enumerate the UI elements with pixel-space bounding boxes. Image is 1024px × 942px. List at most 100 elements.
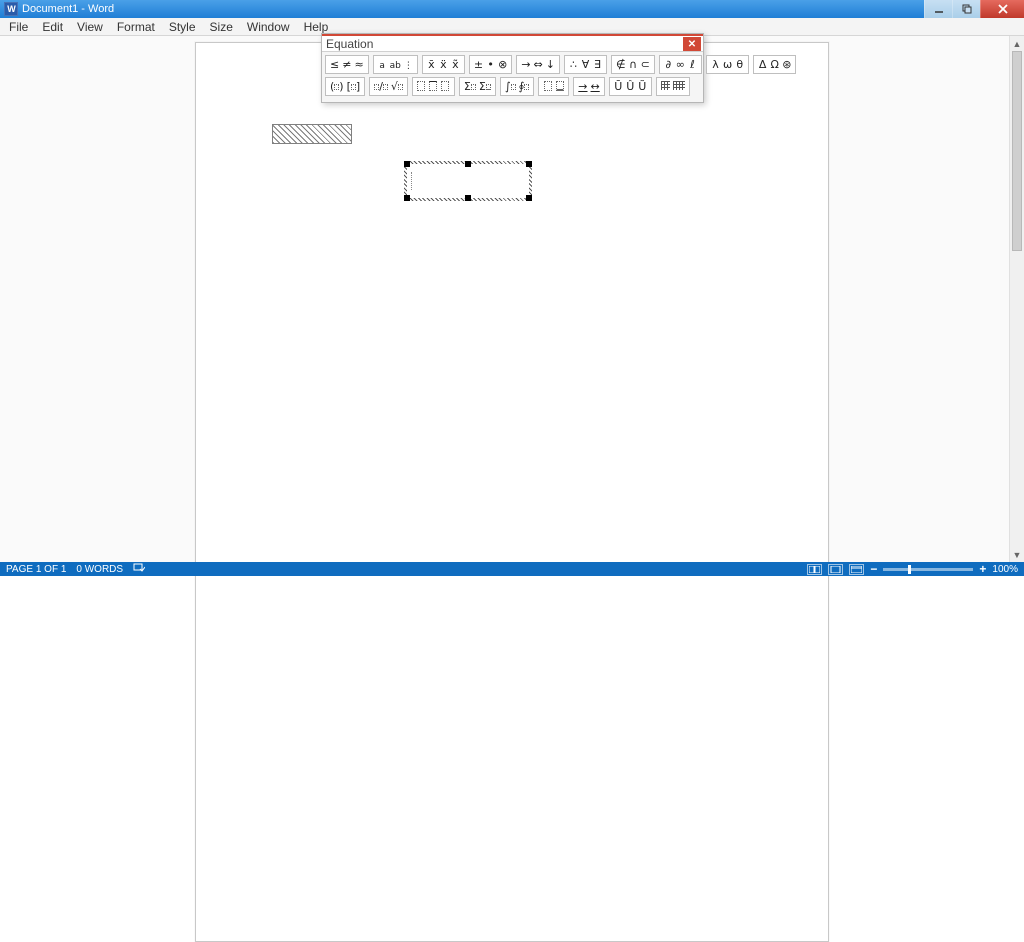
glyph: ≈ (354, 59, 363, 70)
glyph: ↔ (591, 81, 600, 92)
glyph: Σ (464, 81, 476, 92)
eq-symbol-group-9[interactable]: ΔΩ⊛ (753, 55, 796, 74)
eq-template-group-5[interactable] (538, 77, 569, 96)
eq-template-group-6[interactable]: →↔ (573, 77, 604, 96)
spellcheck-icon[interactable] (133, 563, 145, 576)
glyph (555, 81, 564, 93)
menu-window[interactable]: Window (240, 19, 297, 35)
eq-template-group-7[interactable]: ŪÛŨ (609, 77, 652, 96)
glyph: √ (391, 81, 403, 92)
maximize-button[interactable] (952, 0, 980, 18)
scroll-track[interactable] (1010, 51, 1024, 547)
glyph: ± (474, 59, 483, 70)
glyph: λ (711, 59, 720, 70)
app-icon: W (4, 2, 18, 16)
glyph: ⊗ (498, 59, 507, 70)
glyph (417, 81, 426, 93)
zoom-in-button[interactable]: + (979, 562, 986, 576)
equation-toolbar-close-button[interactable]: ✕ (683, 37, 701, 51)
glyph: → (578, 81, 587, 92)
glyph: ⊛ (782, 59, 791, 70)
resize-handle-top-right[interactable] (526, 161, 532, 167)
vertical-scrollbar[interactable]: ▲ ▼ (1009, 36, 1024, 562)
glyph: () (330, 81, 344, 92)
equation-toolbar-title: Equation (326, 37, 373, 51)
eq-template-group-8[interactable] (656, 77, 690, 96)
eq-template-group-1[interactable]: /√ (369, 77, 408, 96)
equation-toolbar-title-bar[interactable]: Equation ✕ (322, 34, 703, 52)
glyph: ↓ (546, 59, 555, 70)
status-page[interactable]: PAGE 1 OF 1 (6, 564, 66, 575)
resize-handle-bottom-right[interactable] (526, 195, 532, 201)
glyph: ≤ (330, 59, 339, 70)
scroll-up-arrow[interactable]: ▲ (1010, 36, 1024, 51)
zoom-slider[interactable] (883, 568, 973, 571)
resize-handle-bottom[interactable] (465, 195, 471, 201)
glyph: Ũ (638, 81, 647, 92)
zoom-slider-thumb[interactable] (908, 565, 911, 574)
glyph (429, 81, 438, 93)
glyph: ∴ (569, 59, 578, 70)
glyph: ≠ (342, 59, 351, 70)
resize-handle-top-left[interactable] (404, 161, 410, 167)
equation-toolbar[interactable]: Equation ✕ ≤≠≈aab⋮x̄ẍx̃±•⊗→⇔↓∴∀∃∉∩⊂∂∞ℓλω… (321, 33, 704, 103)
resize-handle-top[interactable] (465, 161, 471, 167)
selected-equation-object[interactable] (404, 161, 532, 201)
equation-edit-area[interactable] (409, 166, 527, 196)
eq-symbol-group-0[interactable]: ≤≠≈ (325, 55, 369, 74)
minimize-button[interactable] (924, 0, 952, 18)
menu-view[interactable]: View (70, 19, 110, 35)
window-title: Document1 - Word (22, 3, 114, 15)
glyph (661, 81, 670, 92)
eq-symbol-group-6[interactable]: ∉∩⊂ (611, 55, 655, 74)
glyph: Ū (614, 81, 623, 92)
eq-symbol-group-2[interactable]: x̄ẍx̃ (422, 55, 465, 74)
glyph (543, 81, 552, 93)
glyph: ℓ (688, 59, 697, 70)
document-page[interactable] (195, 42, 829, 942)
equation-object-placeholder[interactable] (272, 124, 352, 144)
glyph (441, 81, 450, 93)
eq-symbol-group-3[interactable]: ±•⊗ (469, 55, 512, 74)
glyph (673, 81, 685, 92)
menu-edit[interactable]: Edit (35, 19, 70, 35)
status-words[interactable]: 0 WORDS (76, 564, 123, 575)
scroll-thumb[interactable] (1012, 51, 1022, 251)
zoom-out-button[interactable]: − (870, 562, 877, 576)
eq-symbol-group-1[interactable]: aab⋮ (373, 55, 418, 74)
glyph: ∞ (676, 59, 685, 70)
glyph: ∀ (581, 59, 590, 70)
view-web-layout-button[interactable] (849, 564, 864, 575)
eq-symbol-group-7[interactable]: ∂∞ℓ (659, 55, 702, 74)
glyph: x̄ (427, 59, 436, 70)
eq-template-group-0[interactable]: ()[] (325, 77, 365, 96)
eq-symbol-group-5[interactable]: ∴∀∃ (564, 55, 607, 74)
glyph: Ω (770, 59, 779, 70)
glyph: ẍ (439, 59, 448, 70)
glyph: [] (347, 81, 361, 92)
status-bar: PAGE 1 OF 1 0 WORDS − + 100% (0, 562, 1024, 576)
view-read-mode-button[interactable] (807, 564, 822, 575)
glyph: Û (626, 81, 635, 92)
title-bar: W Document1 - Word (0, 0, 1024, 18)
close-button[interactable] (980, 0, 1024, 18)
eq-template-group-3[interactable]: ΣΣ (459, 77, 496, 96)
scroll-down-arrow[interactable]: ▼ (1010, 547, 1024, 562)
resize-handle-bottom-left[interactable] (404, 195, 410, 201)
glyph: • (486, 59, 495, 70)
eq-symbol-group-4[interactable]: →⇔↓ (516, 55, 560, 74)
equation-template-row-2: ()[]/√ΣΣ∫∮→↔ŪÛŨ (325, 77, 700, 96)
eq-symbol-group-8[interactable]: λωθ (706, 55, 749, 74)
menu-style[interactable]: Style (162, 19, 203, 35)
view-print-layout-button[interactable] (828, 564, 843, 575)
eq-template-group-4[interactable]: ∫∮ (500, 77, 534, 96)
zoom-level[interactable]: 100% (992, 564, 1018, 575)
eq-template-group-2[interactable] (412, 77, 455, 96)
menu-file[interactable]: File (2, 19, 35, 35)
menu-format[interactable]: Format (110, 19, 162, 35)
glyph: ⇔ (534, 59, 543, 70)
glyph: ∂ (664, 59, 673, 70)
glyph: ω (723, 59, 732, 70)
menu-size[interactable]: Size (203, 19, 240, 35)
glyph: ∫ (505, 81, 516, 92)
